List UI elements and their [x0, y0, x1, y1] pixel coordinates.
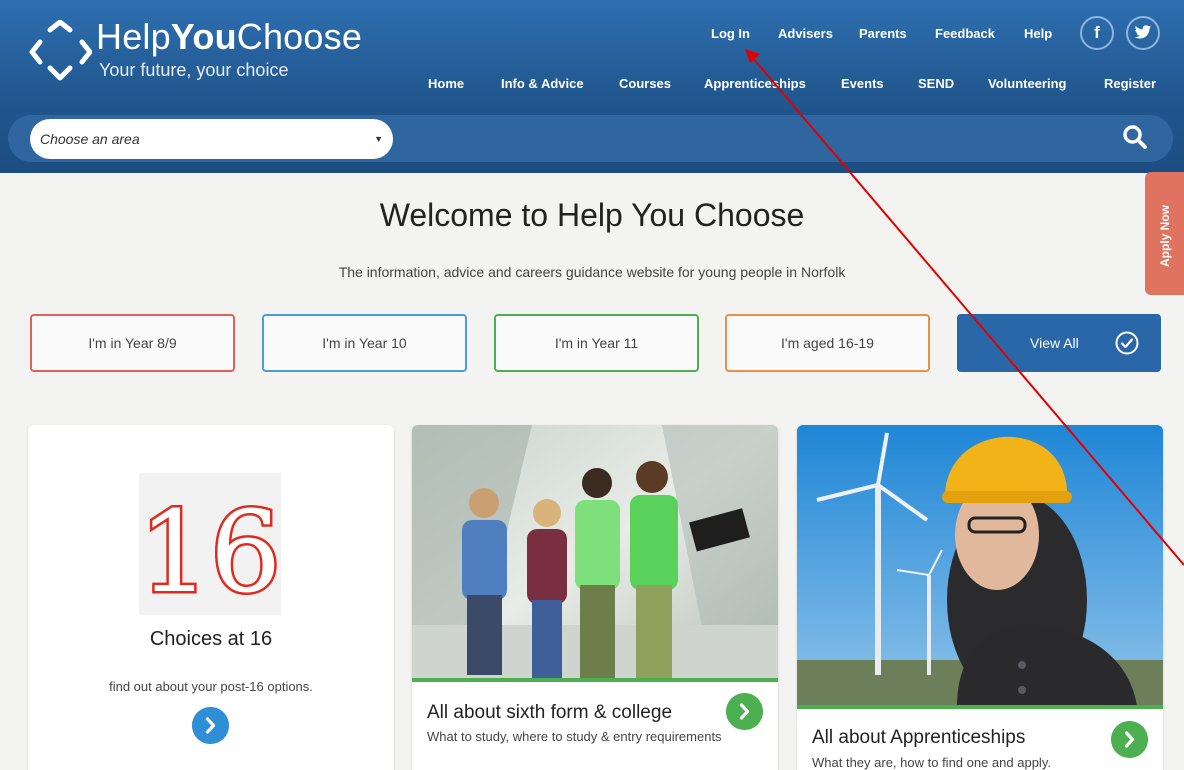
chevron-right-icon[interactable] [192, 707, 229, 744]
caret-down-icon: ▼ [374, 134, 383, 144]
top-link-log-in[interactable]: Log In [711, 26, 750, 41]
card-description: What to study, where to study & entry re… [427, 729, 722, 744]
nav-item-info-advice[interactable]: Info & Advice [501, 76, 584, 91]
search-icon[interactable] [1122, 124, 1148, 150]
number-16-text: 16 [139, 488, 281, 615]
site-logo[interactable]: HelpYouChoose Your future, your choice [28, 16, 388, 82]
card-sixth-form-college[interactable]: All about sixth form & college What to s… [412, 425, 778, 770]
apprentice-wind-turbine-photo [797, 425, 1163, 706]
nav-item-courses[interactable]: Courses [619, 76, 671, 91]
card-title: Choices at 16 [149, 628, 273, 650]
card-accent-line [412, 678, 778, 682]
view-all-button[interactable]: View All [957, 314, 1161, 372]
top-link-feedback[interactable]: Feedback [935, 26, 995, 41]
card-title: All about sixth form & college [427, 702, 673, 723]
facebook-icon[interactable]: f [1080, 16, 1114, 50]
nav-item-send[interactable]: SEND [918, 76, 954, 91]
year-11-button[interactable]: I'm in Year 11 [494, 314, 699, 372]
site-header: HelpYouChoose Your future, your choice L… [0, 0, 1184, 173]
page-title: Welcome to Help You Choose [379, 197, 805, 233]
logo-arrows-icon [29, 20, 92, 81]
year-10-button[interactable]: I'm in Year 10 [262, 314, 467, 372]
area-select[interactable]: Choose an area ▼ [30, 119, 393, 159]
check-circle-icon [1115, 331, 1139, 355]
card-title: All about Apprenticeships [812, 727, 1026, 748]
card-apprenticeships[interactable]: All about Apprenticeships What they are,… [797, 425, 1163, 770]
nav-item-volunteering[interactable]: Volunteering [988, 76, 1066, 91]
nav-item-home[interactable]: Home [428, 76, 464, 91]
card-choices-at-16[interactable]: 16 Choices at 16 find out about your pos… [28, 425, 394, 770]
aged-16-19-button[interactable]: I'm aged 16-19 [725, 314, 930, 372]
main-nav: Home Info & Advice Courses Apprenticeshi… [0, 76, 1184, 94]
number-16-image: 16 [136, 473, 284, 621]
page-subtitle: The information, advice and careers guid… [338, 264, 846, 280]
students-walking-photo [412, 425, 778, 678]
view-all-label: View All [1030, 335, 1079, 351]
chevron-right-icon[interactable] [726, 693, 763, 730]
twitter-icon[interactable] [1126, 16, 1160, 50]
nav-item-register[interactable]: Register [1104, 76, 1156, 91]
nav-item-apprenticeships[interactable]: Apprenticeships [704, 76, 806, 91]
logo-wordmark: HelpYouChoose [96, 16, 363, 57]
card-description: What they are, how to find one and apply… [812, 755, 1051, 770]
nav-item-events[interactable]: Events [841, 76, 884, 91]
area-select-value: Choose an area [40, 131, 140, 147]
chevron-right-icon[interactable] [1111, 721, 1148, 758]
year-8-9-button[interactable]: I'm in Year 8/9 [30, 314, 235, 372]
twitter-bird-icon [1134, 25, 1152, 39]
card-accent-line [797, 705, 1163, 709]
top-link-help[interactable]: Help [1024, 26, 1052, 41]
top-link-advisers[interactable]: Advisers [778, 26, 833, 41]
top-link-parents[interactable]: Parents [859, 26, 907, 41]
card-description: find out about your post-16 options. [109, 679, 313, 694]
